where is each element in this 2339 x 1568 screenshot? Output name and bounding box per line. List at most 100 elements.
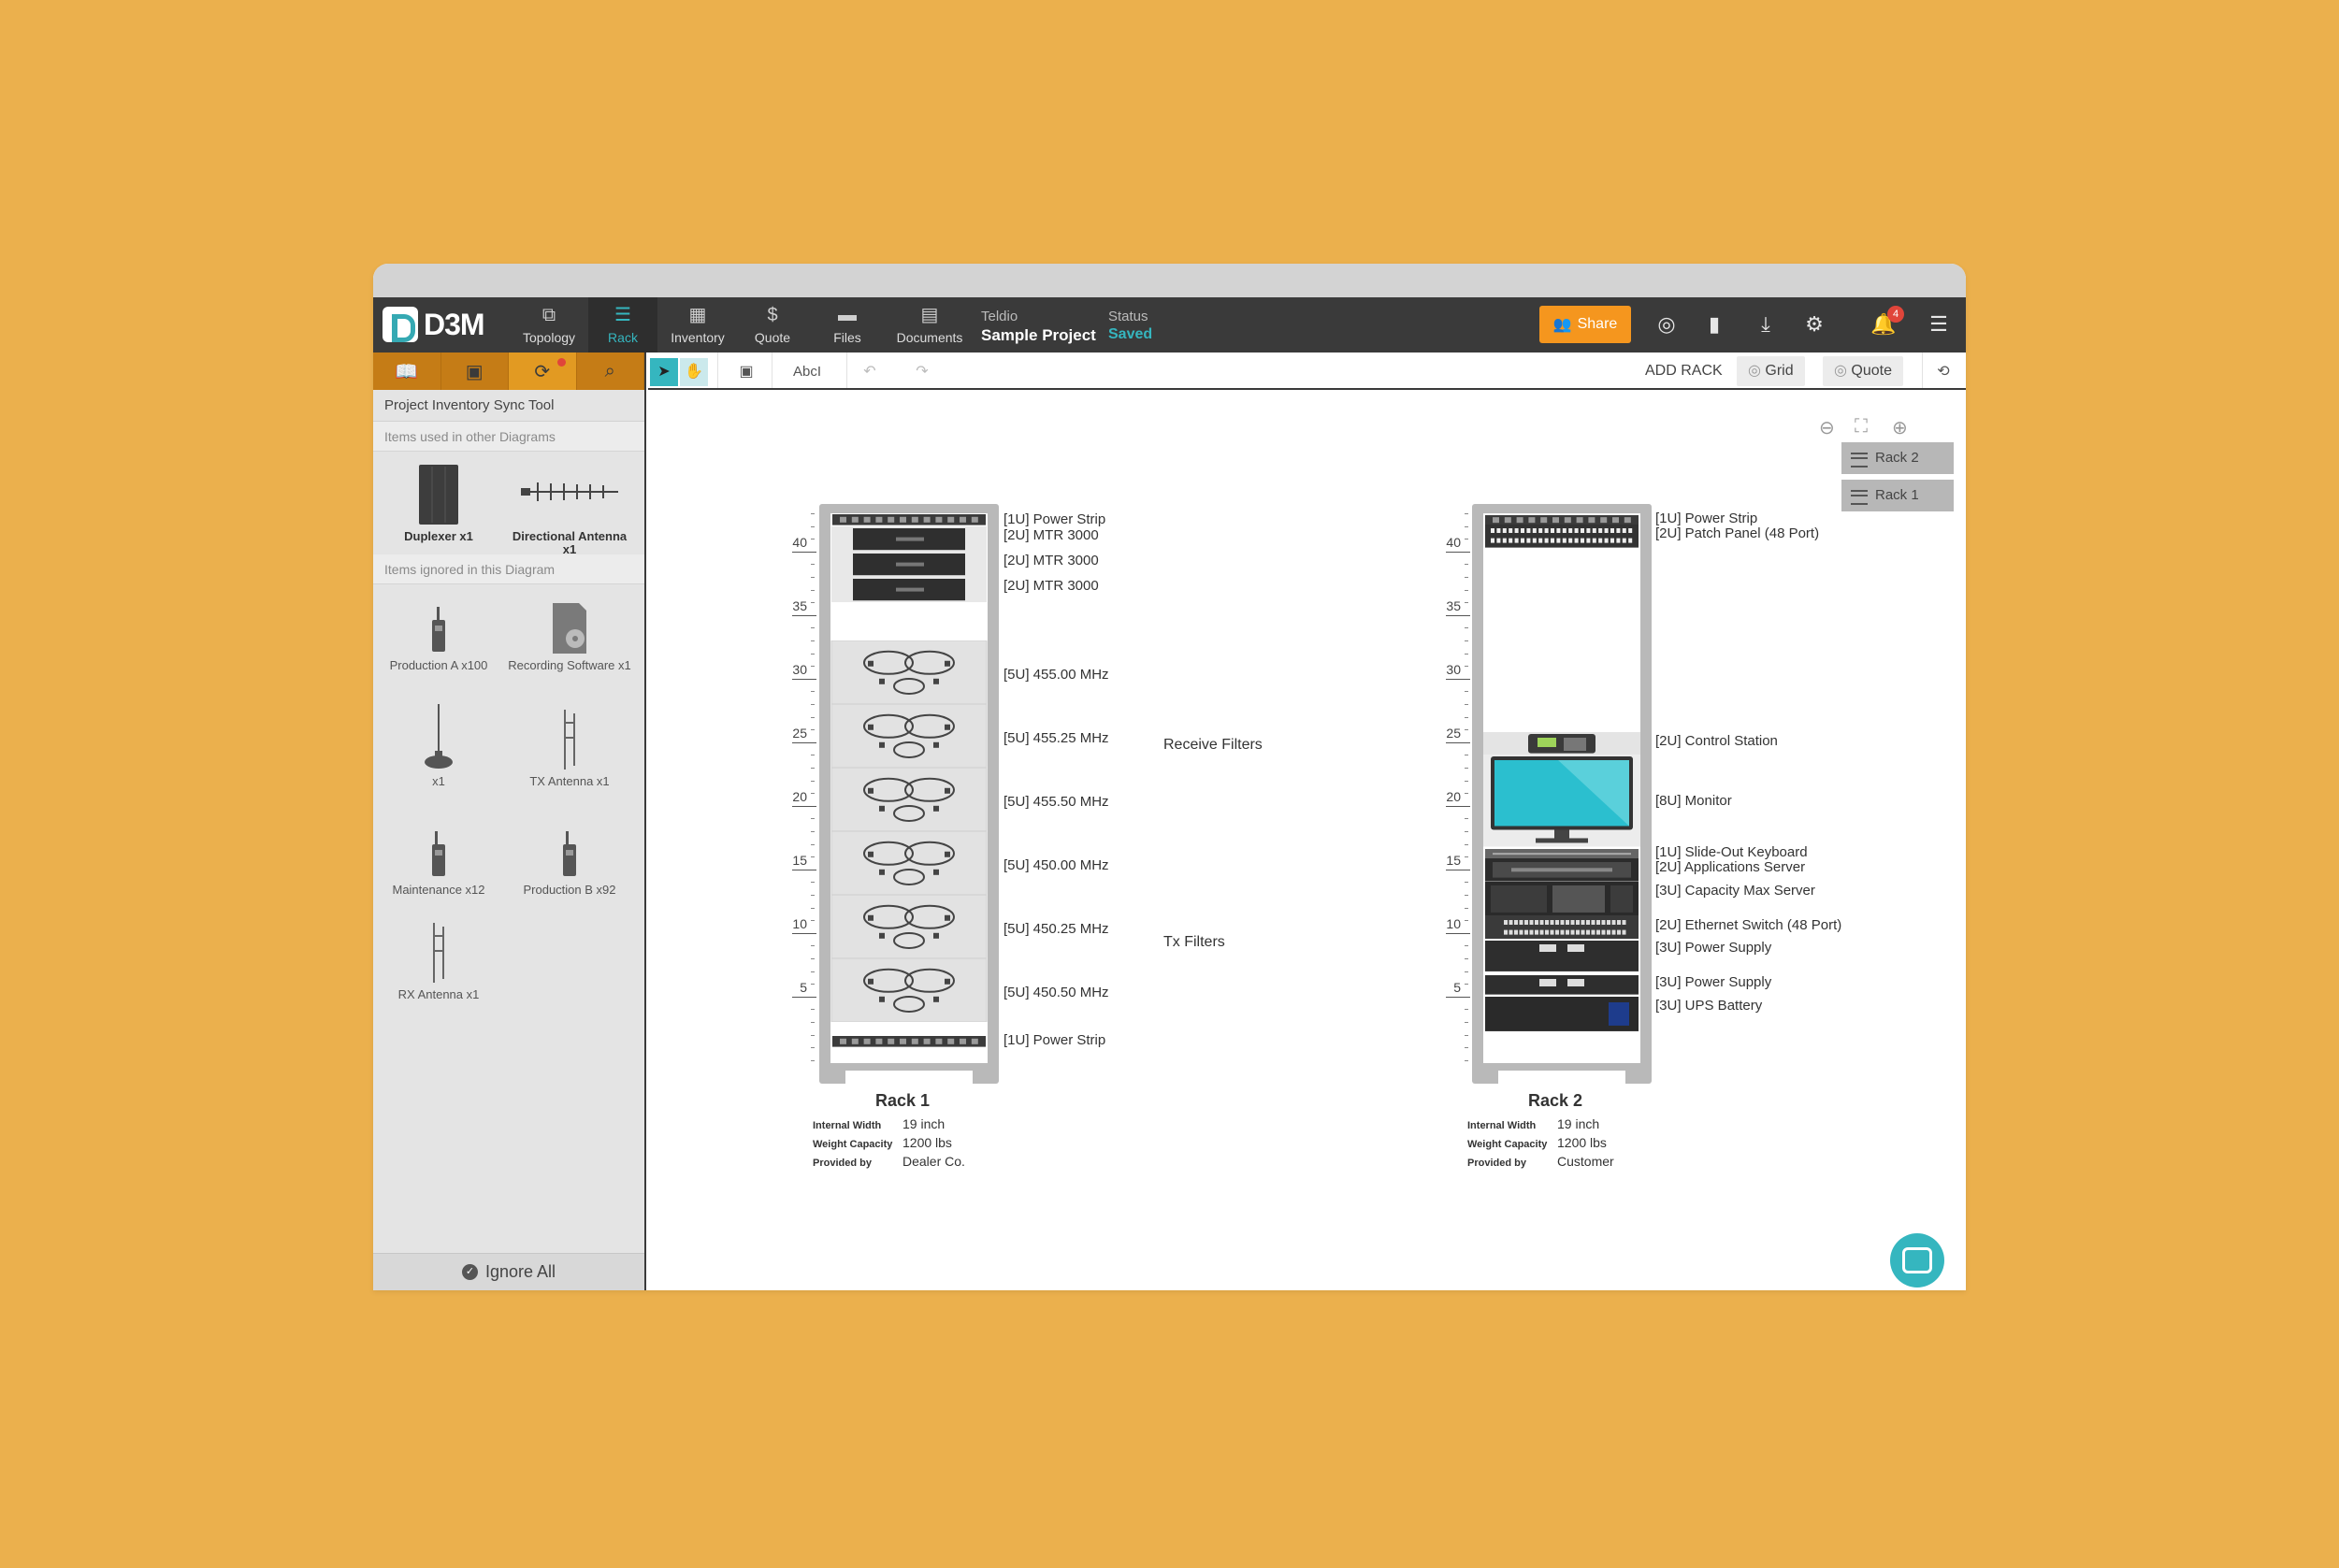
nav-topology[interactable]: ⧉ Topology bbox=[514, 297, 584, 352]
device-label: [1U] Slide-Out Keyboard bbox=[1655, 844, 1808, 861]
chat-support-button[interactable] bbox=[1890, 1233, 1944, 1287]
ruler-tick bbox=[811, 589, 815, 591]
app-logo[interactable]: D3M bbox=[383, 306, 485, 343]
history-icon[interactable]: ⟲ bbox=[1929, 358, 1957, 386]
add-rack-button[interactable]: ADD RACK bbox=[1634, 356, 1734, 386]
project-info[interactable]: Teldio Sample Project bbox=[981, 309, 1096, 345]
rack-canvas[interactable]: ⊖ ⛶ ⊕ Rack 2 Rack 1 40 35 30 25 20 15 10 5 40 35… bbox=[648, 392, 1966, 1290]
share-button[interactable]: 👥 Share bbox=[1539, 306, 1631, 343]
ignored-item-mobile-antenna[interactable]: x1 bbox=[373, 704, 504, 788]
spec-value: 1200 lbs bbox=[902, 1135, 952, 1150]
people-icon: 👥 bbox=[1552, 317, 1572, 333]
sidebar-title: Project Inventory Sync Tool bbox=[373, 390, 644, 422]
rack-list-item[interactable]: Rack 2 bbox=[1841, 442, 1954, 474]
ignored-item-tx-antenna[interactable]: TX Antenna x1 bbox=[504, 704, 635, 788]
rack-device[interactable] bbox=[1483, 525, 1640, 548]
toolbar-divider bbox=[846, 352, 847, 388]
ruler-tick bbox=[811, 1009, 815, 1011]
item-label: Recording Software x1 bbox=[508, 658, 631, 672]
rack-device[interactable] bbox=[1483, 755, 1640, 847]
ruler-tick bbox=[811, 895, 815, 896]
hamburger-menu-icon[interactable]: ☰ bbox=[1925, 310, 1953, 338]
ruler-tick bbox=[792, 932, 816, 934]
rack-device[interactable] bbox=[830, 703, 988, 769]
nav-documents[interactable]: ▤ Documents bbox=[888, 297, 972, 352]
nav-quote[interactable]: $ Quote bbox=[738, 297, 807, 352]
ignore-all-button[interactable]: ✓ Ignore All bbox=[373, 1253, 644, 1290]
logo-mark-icon bbox=[383, 307, 418, 342]
ignored-item-maintenance[interactable]: Maintenance x12 bbox=[373, 813, 504, 897]
device-label: [2U] Ethernet Switch (48 Port) bbox=[1655, 916, 1842, 933]
duplexer-icon bbox=[373, 459, 504, 525]
fit-screen-icon[interactable]: ⛶ bbox=[1855, 416, 1868, 438]
quote-toggle-button[interactable]: ◎ Quote bbox=[1823, 356, 1903, 386]
rack-1[interactable] bbox=[819, 504, 999, 1084]
ignored-item-production-a[interactable]: Production A x100 bbox=[373, 588, 504, 672]
sync-icon: ⟳ bbox=[534, 361, 551, 382]
rack-device[interactable] bbox=[1483, 881, 1640, 916]
rack-device[interactable] bbox=[1483, 847, 1640, 858]
device-label: [2U] Applications Server bbox=[1655, 859, 1806, 876]
nav-files[interactable]: ▬ Files bbox=[813, 297, 882, 352]
rack-2[interactable] bbox=[1472, 504, 1652, 1084]
tab-library[interactable]: 📖 bbox=[373, 352, 441, 390]
ruler-label: 15 bbox=[792, 852, 807, 868]
tab-sync[interactable]: ⟳ bbox=[509, 352, 577, 390]
rack-device[interactable] bbox=[1483, 858, 1640, 882]
ignored-item-rx-antenna[interactable]: RX Antenna x1 bbox=[373, 917, 504, 1001]
nav-inventory[interactable]: ▦ Inventory bbox=[663, 297, 732, 352]
rack-device[interactable] bbox=[830, 957, 988, 1023]
ruler-tick bbox=[811, 793, 815, 795]
ignored-item-recording-software[interactable]: Recording Software x1 bbox=[504, 588, 635, 672]
zoom-out-icon[interactable]: ⊖ bbox=[1819, 416, 1835, 439]
ruler-tick bbox=[811, 958, 815, 959]
image-icon[interactable]: ▣ bbox=[732, 358, 760, 386]
download-icon[interactable]: ⤓ bbox=[1752, 310, 1780, 338]
rack-device[interactable] bbox=[1483, 915, 1640, 940]
rack-device[interactable] bbox=[830, 640, 988, 705]
item-label: TX Antenna x1 bbox=[529, 774, 610, 788]
ruler-tick bbox=[1446, 551, 1470, 553]
tab-search[interactable]: ⌕ bbox=[577, 352, 644, 390]
undo-icon[interactable]: ↶ bbox=[856, 358, 884, 386]
nav-rack[interactable]: ☰ Rack bbox=[588, 297, 657, 352]
rack-device[interactable] bbox=[830, 894, 988, 959]
rack-list-item[interactable]: Rack 1 bbox=[1841, 480, 1954, 511]
visibility-icon[interactable]: ◎ bbox=[1653, 310, 1681, 338]
rack-device[interactable] bbox=[830, 525, 988, 552]
rack-device[interactable] bbox=[830, 767, 988, 832]
logo-text: D3M bbox=[424, 307, 485, 341]
rack-device[interactable] bbox=[1483, 731, 1640, 755]
redo-icon[interactable]: ↷ bbox=[908, 358, 936, 386]
ruler-tick bbox=[811, 882, 815, 884]
rack-device[interactable] bbox=[1483, 939, 1640, 973]
rack-device[interactable] bbox=[830, 551, 988, 577]
rack-device[interactable] bbox=[830, 830, 988, 896]
status-value: Saved bbox=[1108, 326, 1153, 342]
rack-device[interactable] bbox=[830, 513, 988, 526]
rack-device[interactable] bbox=[830, 577, 988, 603]
ignored-item-production-b[interactable]: Production B x92 bbox=[504, 813, 635, 897]
used-item-directional-antenna[interactable]: Directional Antenna x1 bbox=[504, 459, 635, 556]
tab-inventory[interactable]: ▣ bbox=[441, 352, 509, 390]
rack-2-title: Rack 2 bbox=[1528, 1091, 1583, 1110]
grid-toggle-button[interactable]: ◎ Grid bbox=[1737, 356, 1805, 386]
inventory-sidebar: 📖 ▣ ⟳ ⌕ Project Inventory Sync Tool Item… bbox=[373, 352, 646, 1290]
rack-device[interactable] bbox=[1483, 513, 1640, 525]
zoom-in-icon[interactable]: ⊕ bbox=[1892, 416, 1908, 439]
used-items-list: Duplexer x1 Directional Antenna x1 bbox=[373, 452, 644, 556]
used-item-duplexer[interactable]: Duplexer x1 bbox=[373, 459, 504, 543]
settings-gear-icon[interactable]: ⚙ bbox=[1800, 310, 1828, 338]
nav-label: Topology bbox=[522, 330, 576, 345]
book-open-icon: 📖 bbox=[395, 361, 419, 382]
text-tool-button[interactable]: AbcI bbox=[779, 358, 835, 386]
box-icon: ▣ bbox=[465, 361, 484, 382]
book-icon[interactable]: ▮ bbox=[1700, 310, 1728, 338]
rack-device[interactable] bbox=[1483, 996, 1640, 1031]
spec-value: 19 inch bbox=[1557, 1116, 1600, 1131]
pan-hand-icon[interactable]: ✋ bbox=[680, 358, 708, 386]
rack-device[interactable] bbox=[830, 1035, 988, 1048]
select-pointer-icon[interactable]: ➤ bbox=[650, 358, 678, 386]
rack-device[interactable] bbox=[1483, 973, 1640, 997]
spec-value: Dealer Co. bbox=[902, 1154, 965, 1169]
